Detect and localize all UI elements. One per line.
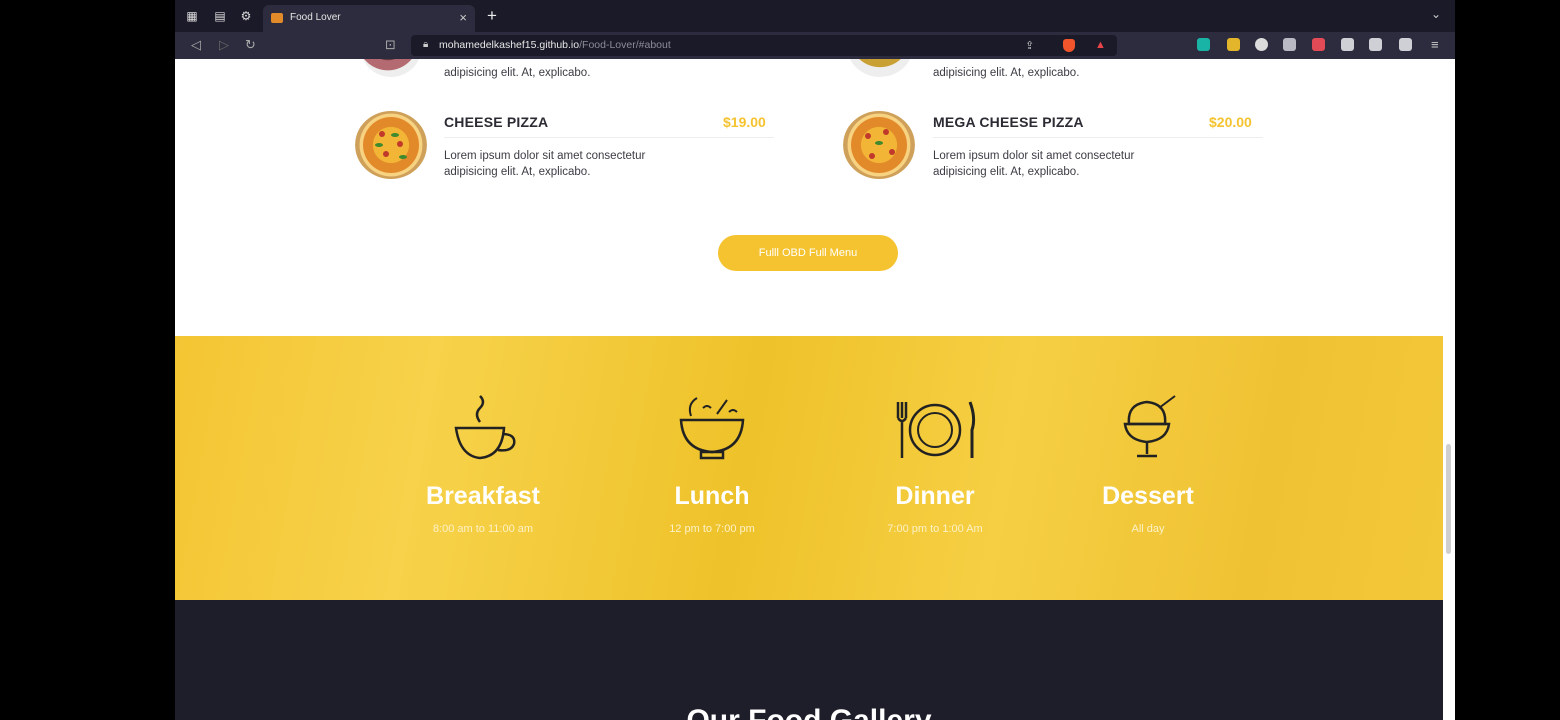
- view-full-menu-button[interactable]: Fulll OBD Full Menu: [718, 235, 898, 271]
- soup-bowl-icon: [679, 397, 745, 460]
- plate-cutlery-icon: [896, 401, 976, 458]
- forward-icon[interactable]: ▷: [219, 37, 229, 53]
- address-bar[interactable]: 🔒︎ mohamedelkashef15.github.io/Food-Love…: [411, 35, 1117, 56]
- divider: [444, 137, 774, 138]
- chevron-down-icon[interactable]: ⌄: [1431, 7, 1441, 21]
- tab-food-lover[interactable]: Food Lover ×: [263, 5, 475, 32]
- menu-icon[interactable]: ≡: [1431, 37, 1439, 52]
- browser-window: ▦ ▤ ⚙ Food Lover × + ⌄ ◁ ▷ ↻ ⊡ 🔒︎ mohame…: [175, 0, 1455, 720]
- hours-dinner: Dinner 7:00 pm to 1:00 Am: [835, 336, 1035, 600]
- coffee-cup-icon: [454, 395, 516, 460]
- hours-lunch: Lunch 12 pm to 7:00 pm: [612, 336, 812, 600]
- tab-strip: ▦ ▤ ⚙ Food Lover × + ⌄: [175, 0, 1455, 32]
- bookmark-icon[interactable]: ⊡: [385, 37, 396, 53]
- item-description: adipisicing elit. At, explicabo.: [933, 67, 1080, 79]
- cheese-pizza-image: [355, 111, 427, 179]
- opening-hours-section: Breakfast 8:00 am to 11:00 am Lunch 12 p…: [175, 336, 1443, 600]
- close-icon[interactable]: ×: [459, 10, 467, 25]
- calendar-icon[interactable]: ▦: [185, 9, 199, 23]
- hours-time: 8:00 am to 11:00 am: [432, 523, 534, 535]
- extension-icon[interactable]: [1283, 38, 1296, 51]
- item-name: CHEESE PIZZA: [444, 114, 549, 130]
- extension-icon[interactable]: [1227, 38, 1240, 51]
- back-icon[interactable]: ◁: [191, 37, 201, 53]
- new-tab-icon[interactable]: +: [487, 6, 497, 26]
- extension-icon[interactable]: [1255, 38, 1268, 51]
- item-description: Lorem ipsum dolor sit amet consectetur ad…: [444, 150, 646, 178]
- puzzle-icon[interactable]: [1341, 38, 1354, 51]
- hours-title: Dinner: [895, 482, 975, 510]
- scrollbar-thumb[interactable]: [1446, 444, 1451, 554]
- food-image: [847, 59, 913, 77]
- hours-breakfast: Breakfast 8:00 am to 11:00 am: [383, 336, 583, 600]
- hours-time: All day: [1131, 523, 1165, 535]
- document-icon[interactable]: ▤: [213, 9, 227, 23]
- item-price: $20.00: [1209, 114, 1252, 130]
- brave-shield-icon[interactable]: [1063, 39, 1075, 52]
- share-icon[interactable]: ⇪: [1025, 39, 1034, 52]
- hours-time: 7:00 pm to 1:00 Am: [887, 523, 983, 535]
- extension-icon[interactable]: [1197, 38, 1210, 51]
- hours-dessert: Dessert All day: [1048, 336, 1248, 600]
- hours-title: Dessert: [1102, 482, 1194, 510]
- item-description: Lorem ipsum dolor sit amet consectetur ad…: [933, 150, 1135, 178]
- sidebar-icon[interactable]: [1369, 38, 1382, 51]
- item-name: MEGA CHEESE PIZZA: [933, 114, 1084, 130]
- page-content: adipisicing elit. At, explicabo. adipisi…: [175, 59, 1455, 720]
- item-price: $19.00: [723, 114, 766, 130]
- settings-icon[interactable]: ⚙: [239, 9, 253, 23]
- hours-title: Lunch: [674, 482, 750, 510]
- divider: [933, 137, 1263, 138]
- mega-cheese-pizza-image: [843, 111, 915, 179]
- tab-title: Food Lover: [290, 12, 341, 23]
- ice-cream-icon: [1123, 395, 1176, 458]
- hours-time: 12 pm to 7:00 pm: [669, 523, 755, 535]
- url-text: mohamedelkashef15.github.io/Food-Lover/#…: [439, 39, 671, 51]
- brave-rewards-icon[interactable]: ▲: [1095, 39, 1106, 51]
- lock-icon: 🔒︎: [423, 39, 429, 50]
- section-title: Our Food Gallery: [175, 704, 1443, 720]
- reload-icon[interactable]: ↻: [245, 37, 256, 53]
- favicon-icon: [271, 13, 283, 23]
- food-image: [360, 59, 422, 77]
- wallet-icon[interactable]: [1399, 38, 1412, 51]
- extension-icon[interactable]: [1312, 38, 1325, 51]
- hours-title: Breakfast: [426, 482, 540, 510]
- item-description: adipisicing elit. At, explicabo.: [444, 67, 591, 79]
- browser-toolbar: ◁ ▷ ↻ ⊡ 🔒︎ mohamedelkashef15.github.io/F…: [175, 32, 1455, 59]
- food-gallery-section: Our Food Gallery: [175, 600, 1443, 720]
